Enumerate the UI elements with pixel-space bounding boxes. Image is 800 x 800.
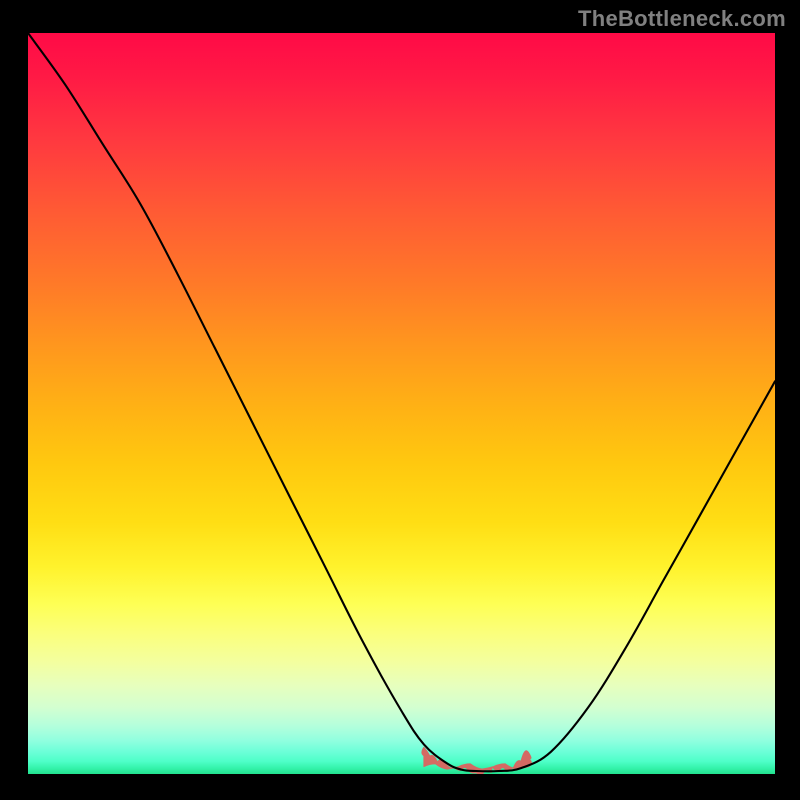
plot-area xyxy=(28,33,775,774)
chart-frame: TheBottleneck.com xyxy=(0,0,800,800)
watermark-text: TheBottleneck.com xyxy=(578,6,786,32)
bottleneck-curve xyxy=(28,33,775,771)
curve-layer xyxy=(28,33,775,774)
